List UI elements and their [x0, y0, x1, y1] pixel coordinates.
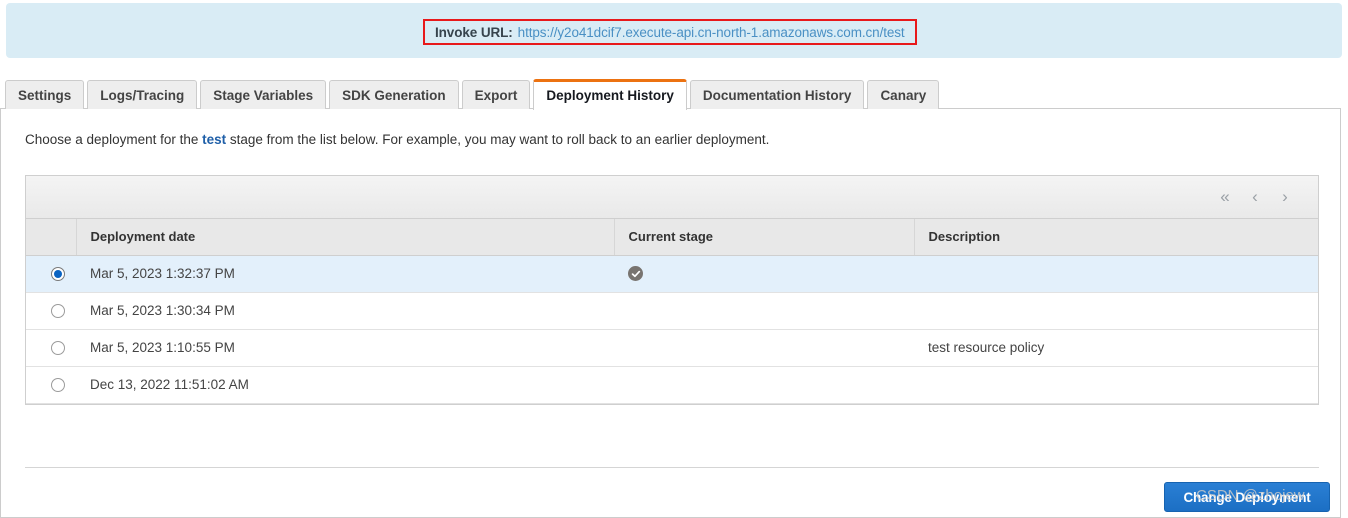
invoke-url-banner: Invoke URL: https://y2o41dcif7.execute-a…	[6, 3, 1342, 58]
invoke-url-link[interactable]: https://y2o41dcif7.execute-api.cn-north-…	[518, 25, 905, 40]
tab-export[interactable]: Export	[461, 80, 531, 109]
deployment-table-container: « ‹ › Deployment date Current stage Desc…	[25, 175, 1319, 405]
column-header-current-stage: Current stage	[614, 219, 915, 256]
pagination-prev-icon[interactable]: ‹	[1240, 184, 1270, 210]
deployment-history-panel: Choose a deployment for the test stage f…	[0, 108, 1341, 518]
column-header-description: Description	[914, 219, 1318, 256]
tab-documentation-history[interactable]: Documentation History	[689, 80, 865, 109]
column-header-select	[26, 219, 77, 256]
cell-deployment-date: Mar 5, 2023 1:30:34 PM	[76, 292, 614, 330]
table-row[interactable]: Mar 5, 2023 1:32:37 PM	[26, 255, 1318, 293]
table-row[interactable]: Mar 5, 2023 1:10:55 PM test resource pol…	[26, 329, 1318, 367]
column-header-deployment-date: Deployment date	[76, 219, 615, 256]
cell-current-stage	[614, 366, 914, 404]
tab-settings[interactable]: Settings	[5, 80, 85, 109]
row-select-cell[interactable]	[26, 292, 76, 330]
table-toolbar: « ‹ ›	[26, 176, 1318, 219]
intro-stage-name: test	[202, 132, 227, 147]
cell-deployment-date: Mar 5, 2023 1:10:55 PM	[76, 329, 614, 367]
current-stage-check-icon	[628, 266, 643, 282]
footer-divider	[25, 467, 1319, 468]
radio-button[interactable]	[51, 304, 65, 319]
table-row[interactable]: Dec 13, 2022 11:51:02 AM	[26, 366, 1318, 404]
cell-description	[914, 366, 1318, 404]
pagination-first-icon[interactable]: «	[1210, 184, 1240, 210]
intro-prefix: Choose a deployment for the	[25, 132, 203, 147]
pagination-controls: « ‹ ›	[1210, 184, 1300, 210]
cell-deployment-date: Mar 5, 2023 1:32:37 PM	[76, 255, 614, 293]
deployment-table: Deployment date Current stage Descriptio…	[26, 219, 1318, 404]
radio-button-selected[interactable]	[51, 267, 65, 282]
tab-strip: Settings Logs/Tracing Stage Variables SD…	[0, 78, 1348, 110]
invoke-url-label: Invoke URL:	[435, 24, 513, 40]
row-select-cell[interactable]	[26, 329, 76, 367]
row-select-cell[interactable]	[26, 366, 76, 404]
table-header-row: Deployment date Current stage Descriptio…	[26, 219, 1318, 256]
tab-deployment-history[interactable]: Deployment History	[533, 79, 687, 110]
intro-text: Choose a deployment for the test stage f…	[25, 132, 769, 147]
cell-current-stage	[614, 292, 914, 330]
radio-button[interactable]	[51, 341, 65, 356]
row-select-cell[interactable]	[26, 255, 76, 293]
cell-description	[914, 292, 1318, 330]
tab-sdk-generation[interactable]: SDK Generation	[329, 80, 459, 109]
table-row[interactable]: Mar 5, 2023 1:30:34 PM	[26, 292, 1318, 330]
cell-description: test resource policy	[914, 329, 1318, 367]
tab-canary[interactable]: Canary	[867, 80, 940, 109]
intro-suffix: stage from the list below. For example, …	[226, 132, 770, 147]
invoke-url-highlight-box: Invoke URL: https://y2o41dcif7.execute-a…	[423, 19, 917, 45]
cell-current-stage	[614, 255, 914, 293]
cell-deployment-date: Dec 13, 2022 11:51:02 AM	[76, 366, 614, 404]
tab-stage-variables[interactable]: Stage Variables	[200, 80, 327, 109]
pagination-next-icon[interactable]: ›	[1270, 184, 1300, 210]
cell-current-stage	[614, 329, 914, 367]
tab-logs-tracing[interactable]: Logs/Tracing	[87, 80, 198, 109]
radio-button[interactable]	[51, 378, 65, 393]
cell-description	[914, 255, 1318, 293]
change-deployment-button[interactable]: Change Deployment	[1164, 482, 1330, 512]
